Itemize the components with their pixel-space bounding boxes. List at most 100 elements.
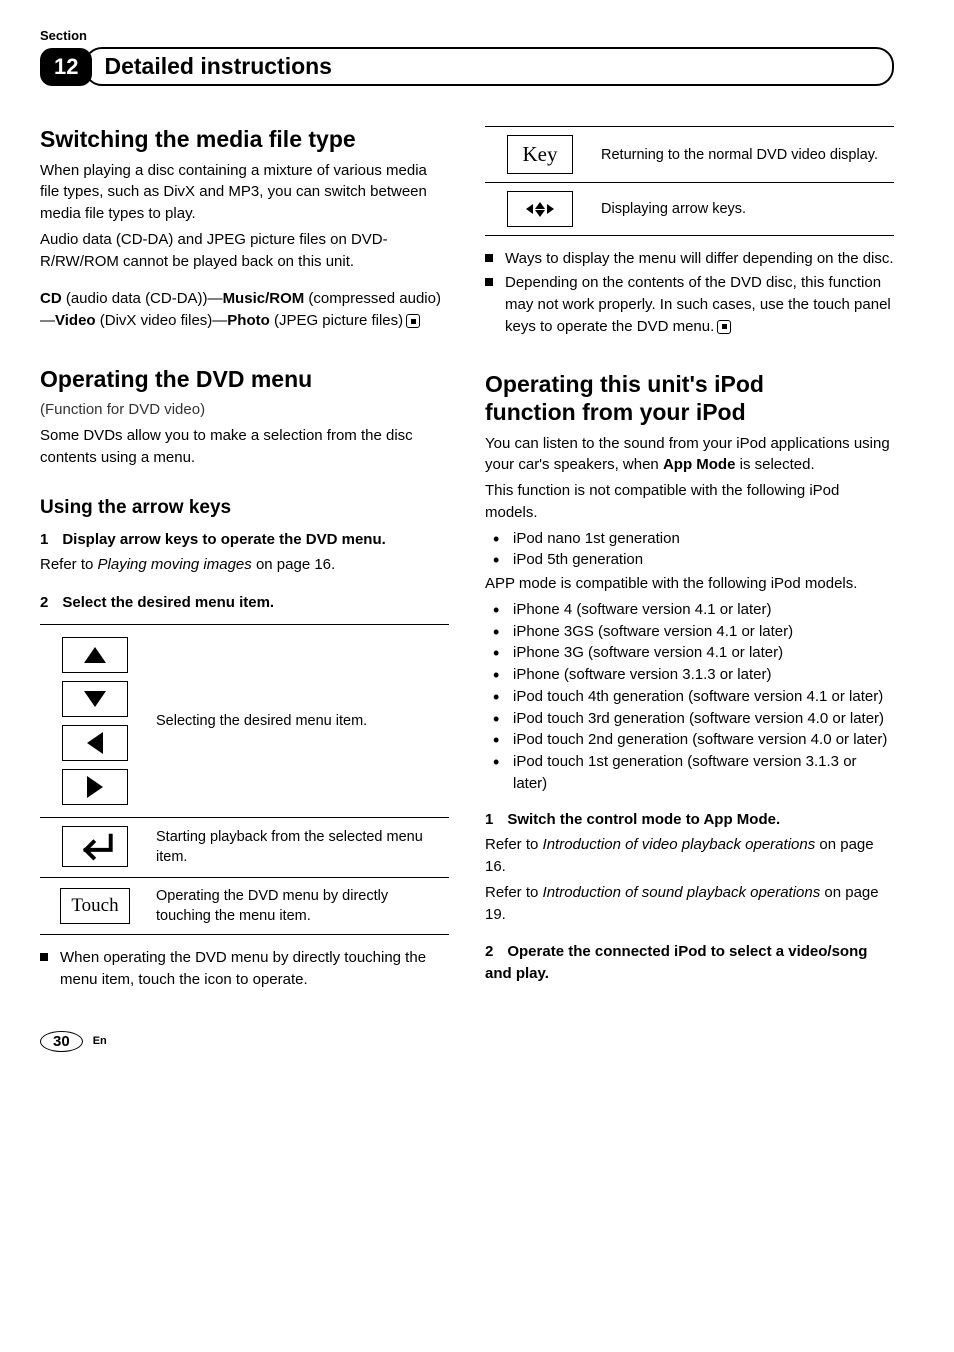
- incompatible-list: iPod nano 1st generation iPod 5th genera…: [485, 528, 894, 572]
- list-item: iPod nano 1st generation: [485, 528, 894, 550]
- key-cell-compound-arrows: [485, 183, 595, 236]
- key-cell-key: Key: [485, 127, 595, 183]
- step-1-app-mode: 1 Switch the control mode to App Mode.: [485, 809, 894, 831]
- left-arrow-key-icon: [62, 725, 128, 761]
- section-label: Section: [40, 28, 894, 43]
- heading-line: function from your iPod: [485, 399, 746, 425]
- key-description: Starting playback from the selected menu…: [150, 817, 449, 877]
- compound-arrows-key-icon: [507, 191, 573, 227]
- heading-operating-dvd-menu: Operating the DVD menu: [40, 366, 449, 394]
- text: (audio data (CD-DA))—: [62, 290, 223, 307]
- down-arrow-key-icon: [62, 681, 128, 717]
- text: is selected.: [735, 456, 814, 473]
- dvd-menu-key-table: Selecting the desired menu item. Startin…: [40, 624, 449, 935]
- step-text: Select the desired menu item.: [62, 594, 274, 611]
- table-row: Key Returning to the normal DVD video di…: [485, 127, 894, 183]
- bullet-icon: [485, 278, 493, 286]
- step-text: Display arrow keys to operate the DVD me…: [62, 531, 385, 548]
- heading-line: Operating this unit's iPod: [485, 371, 764, 397]
- text: Refer to: [485, 836, 543, 853]
- reference-title: Introduction of sound playback operation…: [543, 884, 821, 901]
- page: Section 12 Detailed instructions Switchi…: [0, 0, 954, 1092]
- key-description: Selecting the desired menu item.: [150, 624, 449, 817]
- up-arrow-key-icon: [62, 637, 128, 673]
- key-description: Returning to the normal DVD video displa…: [595, 127, 894, 183]
- table-row: Touch Operating the DVD menu by directly…: [40, 877, 449, 935]
- right-arrow-key-icon: [62, 769, 128, 805]
- step-1: 1 Display arrow keys to operate the DVD m…: [40, 529, 449, 551]
- list-item: iPod touch 3rd generation (software vers…: [485, 708, 894, 730]
- step-reference: Refer to Introduction of sound playback …: [485, 882, 894, 926]
- label-photo: Photo: [227, 312, 270, 329]
- end-mark-icon: [717, 320, 731, 334]
- format-chain: CD (audio data (CD-DA))—Music/ROM (compr…: [40, 288, 449, 332]
- paragraph: APP mode is compatible with the followin…: [485, 573, 894, 595]
- compatible-list: iPhone 4 (software version 4.1 or later)…: [485, 599, 894, 795]
- step-reference: Refer to Introduction of video playback …: [485, 834, 894, 878]
- table-row: Selecting the desired menu item.: [40, 624, 449, 817]
- paragraph: You can listen to the sound from your iP…: [485, 433, 894, 477]
- bullet-icon: [40, 953, 48, 961]
- step-number: 1: [40, 531, 48, 548]
- label-video: Video: [55, 312, 96, 329]
- step-1-reference: Refer to Playing moving images on page 1…: [40, 554, 449, 576]
- function-note: (Function for DVD video): [40, 399, 449, 421]
- text: Refer to: [485, 884, 543, 901]
- right-column: Key Returning to the normal DVD video di…: [485, 126, 894, 991]
- dvd-display-key-table: Key Returning to the normal DVD video di…: [485, 126, 894, 236]
- text: (DivX video files)—: [96, 312, 228, 329]
- paragraph: When playing a disc containing a mixture…: [40, 160, 449, 225]
- touch-key-icon: Touch: [60, 888, 129, 925]
- left-column: Switching the media file type When playi…: [40, 126, 449, 991]
- step-number: 2: [485, 943, 493, 960]
- note: Depending on the contents of the DVD dis…: [485, 272, 894, 337]
- key-description: Operating the DVD menu by directly touch…: [150, 877, 449, 935]
- language-label: En: [93, 1035, 107, 1047]
- list-item: iPhone 4 (software version 4.1 or later): [485, 599, 894, 621]
- label-app-mode: App Mode: [663, 456, 736, 473]
- list-item: iPhone 3GS (software version 4.1 or late…: [485, 621, 894, 643]
- heading-using-arrow-keys: Using the arrow keys: [40, 497, 449, 519]
- list-item: iPhone (software version 3.1.3 or later): [485, 664, 894, 686]
- content-columns: Switching the media file type When playi…: [40, 126, 894, 991]
- key-cell-enter: [40, 817, 150, 877]
- step-text: Operate the connected iPod to select a v…: [485, 943, 867, 982]
- text: (JPEG picture files): [270, 312, 403, 329]
- paragraph: Audio data (CD-DA) and JPEG picture file…: [40, 229, 449, 273]
- label-music-rom: Music/ROM: [223, 290, 305, 307]
- chapter-header: 12 Detailed instructions: [40, 47, 894, 86]
- table-row: Starting playback from the selected menu…: [40, 817, 449, 877]
- end-mark-icon: [406, 314, 420, 328]
- text: on page 16.: [252, 556, 335, 573]
- reference-title: Playing moving images: [98, 556, 252, 573]
- bullet-icon: [485, 254, 493, 262]
- note-text: Ways to display the menu will differ dep…: [505, 248, 894, 270]
- reference-title: Introduction of video playback operation…: [543, 836, 816, 853]
- step-2-operate-ipod: 2Operate the connected iPod to select a …: [485, 941, 894, 985]
- enter-key-icon: [62, 826, 128, 867]
- step-text: Switch the control mode to App Mode.: [507, 811, 780, 828]
- heading-ipod-function: Operating this unit's iPod function from…: [485, 371, 894, 426]
- note: When operating the DVD menu by directly …: [40, 947, 449, 991]
- table-row: Displaying arrow keys.: [485, 183, 894, 236]
- page-footer: 30 En: [40, 1031, 894, 1052]
- page-number: 30: [40, 1031, 83, 1052]
- chapter-title-pill: Detailed instructions: [84, 47, 894, 86]
- list-item: iPod touch 4th generation (software vers…: [485, 686, 894, 708]
- key-label-key-icon: Key: [507, 135, 573, 174]
- paragraph: Some DVDs allow you to make a selection …: [40, 425, 449, 469]
- chapter-title: Detailed instructions: [104, 53, 331, 79]
- list-item: iPod touch 1st generation (software vers…: [485, 751, 894, 795]
- paragraph: This function is not compatible with the…: [485, 480, 894, 524]
- key-cell-arrows: [40, 624, 150, 817]
- list-item: iPhone 3G (software version 4.1 or later…: [485, 642, 894, 664]
- note: Ways to display the menu will differ dep…: [485, 248, 894, 270]
- text: Refer to: [40, 556, 98, 573]
- step-2: 2Select the desired menu item.: [40, 592, 449, 614]
- note-text: Depending on the contents of the DVD dis…: [505, 272, 894, 337]
- key-description: Displaying arrow keys.: [595, 183, 894, 236]
- key-cell-touch: Touch: [40, 877, 150, 935]
- list-item: iPod 5th generation: [485, 549, 894, 571]
- heading-switching-media: Switching the media file type: [40, 126, 449, 154]
- step-number: 1: [485, 811, 493, 828]
